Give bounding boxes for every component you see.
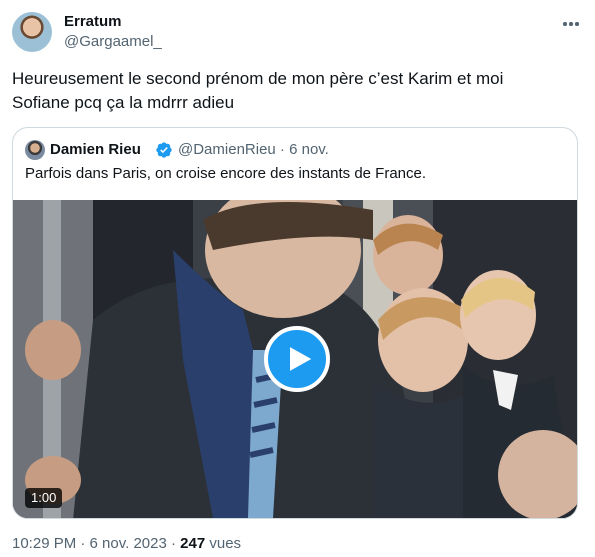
verified-badge-icon bbox=[156, 142, 172, 158]
quoted-tweet-text: Parfois dans Paris, on croise encore des… bbox=[25, 165, 427, 182]
views-count: 247 bbox=[180, 535, 206, 552]
author-name[interactable]: Erratum bbox=[64, 12, 122, 32]
video-duration: 1:00 bbox=[25, 488, 63, 508]
quoted-tweet[interactable]: Damien Rieu @DamienRieu · 6 nov. Parfois… bbox=[12, 127, 578, 519]
tweet-timestamp[interactable]: 10:29 PM · 6 nov. 2023 · bbox=[12, 535, 180, 552]
tweet-text: Heureusement le second prénom de mon pèr… bbox=[12, 69, 504, 112]
tweet: Erratum @Gargaamel_ Heureusement le seco… bbox=[0, 0, 595, 557]
more-icon[interactable] bbox=[561, 14, 581, 34]
tweet-meta: 10:29 PM · 6 nov. 2023 · 247 vues bbox=[12, 534, 241, 554]
views-label: vues bbox=[205, 535, 242, 552]
quoted-author-name: Damien Rieu bbox=[50, 141, 141, 158]
quoted-handle-date: @DamienRieu · 6 nov. bbox=[178, 141, 329, 158]
author-handle[interactable]: @Gargaamel_ bbox=[64, 32, 162, 52]
author-avatar[interactable] bbox=[12, 12, 52, 52]
video-player[interactable]: 1:00 bbox=[13, 200, 577, 518]
play-button[interactable] bbox=[264, 326, 330, 392]
play-icon bbox=[289, 347, 311, 371]
quoted-author-avatar bbox=[25, 140, 45, 160]
